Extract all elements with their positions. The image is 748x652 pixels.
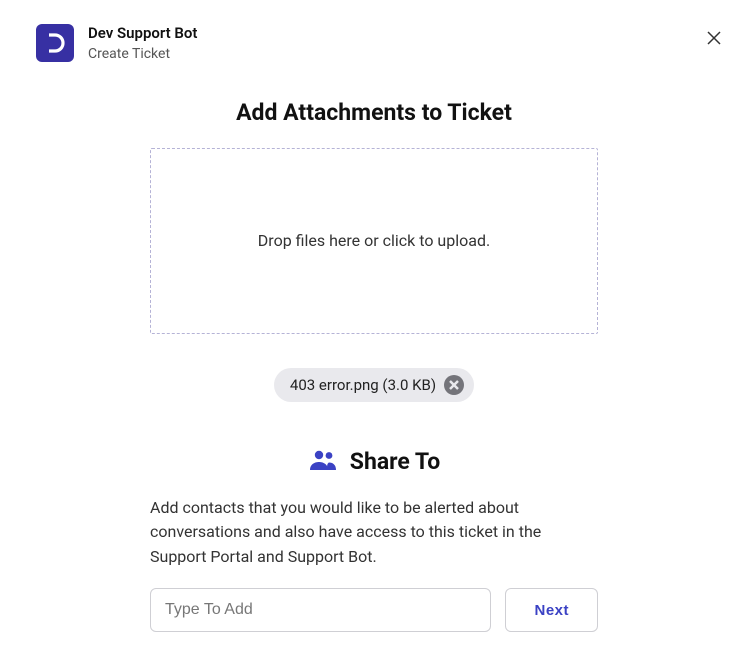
file-dropzone[interactable]: Drop files here or click to upload. xyxy=(150,148,598,334)
header-subtitle: Create Ticket xyxy=(88,45,704,63)
share-description: Add contacts that you would like to be a… xyxy=(150,496,598,570)
dialog-content: Add Attachments to Ticket Drop files her… xyxy=(0,99,748,632)
header-title: Dev Support Bot xyxy=(88,24,704,44)
file-chip: 403 error.png (3.0 KB) xyxy=(274,368,474,402)
people-icon xyxy=(308,448,338,476)
share-actions: Next xyxy=(150,588,598,632)
next-button[interactable]: Next xyxy=(505,588,598,632)
remove-file-button[interactable] xyxy=(444,375,464,395)
header-text: Dev Support Bot Create Ticket xyxy=(88,24,704,63)
share-title: Share To xyxy=(350,448,440,475)
share-contacts-input[interactable] xyxy=(150,588,491,632)
dialog-header: Dev Support Bot Create Ticket xyxy=(0,0,748,63)
close-button[interactable] xyxy=(704,28,724,48)
close-icon xyxy=(706,30,722,46)
dropzone-text: Drop files here or click to upload. xyxy=(258,231,490,250)
app-logo-icon xyxy=(36,24,74,62)
attachments-title: Add Attachments to Ticket xyxy=(150,99,598,126)
file-chip-label: 403 error.png (3.0 KB) xyxy=(290,376,436,394)
file-chip-row: 403 error.png (3.0 KB) xyxy=(150,368,598,402)
share-heading: Share To xyxy=(150,448,598,476)
remove-icon xyxy=(449,380,459,390)
